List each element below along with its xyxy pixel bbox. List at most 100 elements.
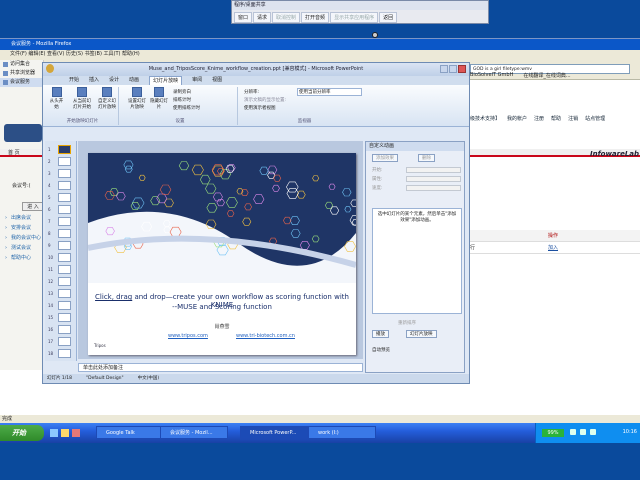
custom-show-button[interactable]: 自定义幻灯片放映: [97, 87, 117, 110]
security-icon[interactable]: [590, 429, 596, 435]
meeting-number-label: 会议号:(: [12, 183, 31, 189]
slide-thumbnail[interactable]: [58, 289, 71, 298]
slide-thumbnail[interactable]: [58, 337, 71, 346]
presenter-view-checkbox[interactable]: 使用演示者视图: [244, 105, 276, 111]
tab-0[interactable]: 开始: [69, 76, 79, 85]
close-icon[interactable]: [458, 65, 466, 73]
start-button[interactable]: 开始: [0, 425, 44, 441]
slide-thumbnail[interactable]: [58, 241, 71, 250]
remote-control-button[interactable]: 返回: [379, 11, 398, 23]
slide-thumbnail[interactable]: [58, 265, 71, 274]
remote-control-title: 程序/桌面共享: [232, 1, 488, 10]
bookmark-bar: BioSolveIT GmbH 在线翻译_在线词典...: [470, 72, 571, 79]
nav-link[interactable]: 注册: [534, 115, 544, 122]
resolution-select[interactable]: 使用当前分辨率: [297, 88, 362, 96]
tribiotech-link[interactable]: www.tri-biotech.com.cn: [236, 333, 295, 339]
bookmark-item[interactable]: BioSolveIT GmbH: [470, 72, 513, 79]
add-effect-button[interactable]: 添加效果: [372, 154, 398, 162]
remote-control-button[interactable]: 显示共享应用程序: [330, 11, 379, 23]
menu-item[interactable]: 我的会议中心: [4, 233, 44, 243]
home-link[interactable]: 首 页: [0, 150, 20, 156]
from-beginning-button[interactable]: 从头开始: [49, 87, 64, 110]
autopreview-checkbox[interactable]: 自动预览: [372, 347, 390, 353]
menu-item[interactable]: 测试会议: [4, 243, 44, 253]
from-current-button[interactable]: 从当前幻灯片开始: [71, 87, 93, 110]
slide-thumbnail[interactable]: [58, 193, 71, 202]
use-timings-checkbox[interactable]: 使用排练计时: [173, 105, 200, 111]
tab-1[interactable]: 插入: [89, 76, 99, 85]
nav-link[interactable]: 我的帐户: [507, 115, 527, 122]
slide-number: 16: [48, 327, 54, 332]
setup-show-button[interactable]: 设置幻灯片放映: [127, 87, 147, 110]
molecule-ring: [212, 192, 223, 202]
network-icon[interactable]: [570, 429, 576, 435]
slide-thumbnail[interactable]: [58, 325, 71, 334]
slide-thumbnail[interactable]: [58, 169, 71, 178]
slide-thumbnail[interactable]: [58, 349, 71, 358]
molecule-ring: [150, 196, 161, 206]
slide-number: 3: [48, 171, 51, 176]
molecule-ring: [138, 174, 146, 181]
sidebar-item[interactable]: 共享浏览器: [0, 69, 43, 78]
tab-3[interactable]: 动画: [129, 76, 139, 85]
ie-icon[interactable]: [50, 429, 58, 437]
bookmark-item[interactable]: 在线翻译_在线词典...: [523, 72, 570, 79]
remote-control-button[interactable]: 打开音频: [301, 11, 330, 23]
volume-icon[interactable]: [580, 429, 586, 435]
slide-thumbnail[interactable]: [58, 217, 71, 226]
firefox-menubar[interactable]: 文件(F) 编辑(E) 查看(V) 历史(S) 书签(B) 工具(T) 帮助(H…: [0, 50, 640, 58]
taskbar-button[interactable]: 会议服务 - Mozil...: [160, 426, 228, 439]
current-slide[interactable]: Click, drag and drop—create your own wor…: [88, 153, 356, 355]
tab-4[interactable]: 幻灯片放映: [149, 76, 183, 85]
maximize-icon[interactable]: [449, 65, 457, 73]
tab-6[interactable]: 视图: [212, 76, 222, 85]
remove-effect-button[interactable]: 删除: [418, 154, 435, 162]
office-button-icon[interactable]: [46, 64, 54, 73]
animation-list[interactable]: 选中幻灯片的某个元素，然后单击"添加效果"添加动画。: [372, 208, 462, 314]
tripos-link[interactable]: www.tripos.com: [168, 333, 208, 339]
tab-5[interactable]: 审阅: [192, 76, 202, 85]
minimize-icon[interactable]: [440, 65, 448, 73]
firefox-title: 会议服务 - Mozilla Firefox: [0, 39, 640, 50]
sidebar-item[interactable]: 会议服务: [0, 78, 43, 87]
tab-2[interactable]: 设计: [109, 76, 119, 85]
record-narration-button[interactable]: 录制旁白: [173, 89, 191, 95]
slide-thumbnail[interactable]: [58, 253, 71, 262]
slide-thumbnail[interactable]: [58, 313, 71, 322]
molecule-ring: [199, 174, 211, 185]
hide-slide-button[interactable]: 隐藏幻灯片: [149, 87, 169, 110]
taskbar-button[interactable]: work (I:): [308, 426, 376, 439]
menu-item[interactable]: 帮助中心: [4, 253, 44, 263]
slide-thumbnail[interactable]: [58, 157, 71, 166]
slide-thumbnail[interactable]: [58, 277, 71, 286]
slideshow-button[interactable]: 幻灯片放映: [406, 330, 437, 338]
property-select[interactable]: [406, 176, 461, 182]
slide-thumbnail[interactable]: [58, 301, 71, 310]
play-button[interactable]: 播放: [372, 330, 389, 338]
slide-number: 8: [48, 231, 51, 236]
slide-thumbnail[interactable]: [58, 181, 71, 190]
notes-pane[interactable]: 单击此处添加备注: [78, 363, 363, 372]
taskbar-button[interactable]: Microsoft PowerP...: [240, 426, 308, 439]
remote-control-button[interactable]: 请求: [253, 11, 272, 23]
speed-select[interactable]: [406, 185, 461, 191]
nav-link[interactable]: 站点管理: [585, 115, 605, 122]
rehearse-timings-button[interactable]: 排练计时: [173, 97, 191, 103]
nav-link[interactable]: 帮助: [551, 115, 561, 122]
nav-link[interactable]: 注销: [568, 115, 578, 122]
sidebar-item[interactable]: 访问集合: [0, 60, 43, 69]
media-icon[interactable]: [72, 429, 80, 437]
remote-control-button[interactable]: 取消控制: [272, 11, 301, 23]
remote-control-button[interactable]: 窗口: [234, 11, 253, 23]
menu-item[interactable]: 安排会议: [4, 223, 44, 233]
desktop-icon[interactable]: [61, 429, 69, 437]
reorder-label[interactable]: 重新排序: [398, 320, 416, 326]
enter-button[interactable]: 进 入: [22, 202, 44, 211]
menu-item[interactable]: 出席会议: [4, 213, 44, 223]
slide-thumbnail[interactable]: [58, 205, 71, 214]
slide-thumbnail[interactable]: [58, 229, 71, 238]
slide-thumbnail[interactable]: [58, 145, 71, 154]
taskbar-button[interactable]: Google Talk: [96, 426, 164, 439]
start-select[interactable]: [406, 167, 461, 173]
join-link[interactable]: 加入: [548, 242, 558, 253]
